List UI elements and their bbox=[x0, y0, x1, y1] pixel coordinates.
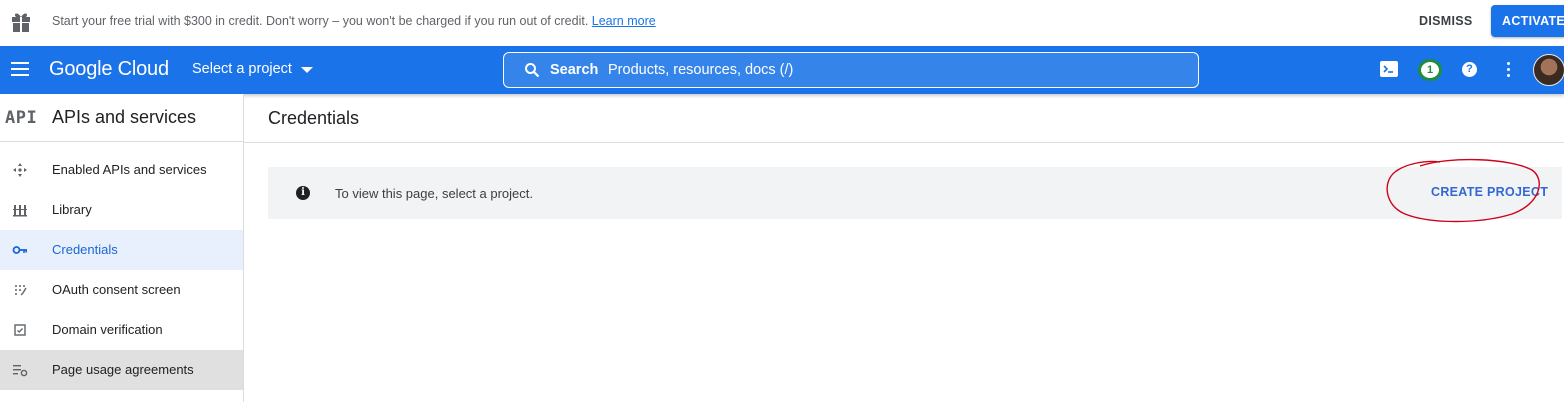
sidebar-header: API APIs and services bbox=[0, 94, 243, 142]
trial-message: Start your free trial with $300 in credi… bbox=[52, 14, 656, 28]
page-header: Credentials bbox=[244, 94, 1564, 143]
info-message: To view this page, select a project. bbox=[335, 186, 533, 201]
sidebar-item-label: Page usage agreements bbox=[52, 362, 194, 377]
caret-down-icon bbox=[300, 67, 313, 73]
activate-button[interactable]: ACTIVATE bbox=[1491, 5, 1564, 37]
avatar[interactable] bbox=[1533, 54, 1564, 86]
dismiss-button[interactable]: DISMISS bbox=[1419, 14, 1473, 28]
project-picker[interactable]: Select a project bbox=[192, 61, 313, 77]
create-project-button[interactable]: CREATE PROJECT bbox=[1431, 185, 1548, 199]
learn-more-link[interactable]: Learn more bbox=[592, 14, 656, 28]
cloud-shell-icon[interactable] bbox=[1380, 61, 1398, 77]
consent-icon bbox=[15, 285, 27, 296]
sidebar-title: APIs and services bbox=[52, 107, 197, 127]
sidebar-item-domain-verification[interactable]: Domain verification bbox=[0, 310, 243, 350]
library-icon bbox=[13, 205, 27, 217]
sidebar-item-label: Credentials bbox=[52, 242, 118, 257]
project-picker-label: Select a project bbox=[192, 61, 292, 77]
search-bar[interactable]: Search Products, resources, docs (/) bbox=[503, 52, 1199, 88]
sidebar-item-credentials[interactable]: Credentials bbox=[0, 230, 243, 270]
help-icon[interactable]: ? bbox=[1462, 62, 1477, 77]
api-logo: API bbox=[5, 108, 38, 128]
sidebar-item-library[interactable]: Library bbox=[0, 190, 243, 230]
notifications-badge[interactable]: 1 bbox=[1418, 59, 1442, 81]
page-title: Credentials bbox=[268, 108, 360, 128]
gift-icon bbox=[12, 13, 30, 32]
more-options-icon[interactable] bbox=[1506, 62, 1512, 78]
sidebar-item-page-usage-agreements[interactable]: Page usage agreements bbox=[0, 350, 243, 390]
sidebar-item-label: Enabled APIs and services bbox=[52, 162, 207, 177]
trial-banner: Start your free trial with $300 in credi… bbox=[0, 0, 1564, 46]
key-icon bbox=[12, 246, 27, 254]
sidebar: API APIs and services Enabled APIs and s… bbox=[0, 94, 244, 402]
main-content: Credentials i To view this page, select … bbox=[244, 94, 1564, 402]
hub-icon bbox=[13, 163, 27, 177]
sidebar-item-enabled-apis[interactable]: Enabled APIs and services bbox=[0, 150, 243, 190]
sidebar-item-label: OAuth consent screen bbox=[52, 282, 181, 297]
sidebar-item-label: Library bbox=[52, 202, 92, 217]
trial-message-text: Start your free trial with $300 in credi… bbox=[52, 14, 589, 28]
info-banner: i To view this page, select a project. C… bbox=[268, 167, 1562, 219]
search-icon bbox=[525, 63, 540, 78]
checkbox-icon bbox=[14, 324, 26, 336]
menu-icon[interactable] bbox=[11, 62, 29, 76]
info-icon: i bbox=[296, 186, 310, 200]
top-navigation-bar: Google Cloud Select a project Search Pro… bbox=[0, 46, 1564, 94]
sidebar-item-label: Domain verification bbox=[52, 322, 163, 337]
search-label: Search bbox=[550, 62, 599, 78]
search-placeholder: Products, resources, docs (/) bbox=[608, 62, 794, 78]
settings-list-icon bbox=[13, 365, 28, 377]
google-cloud-logo[interactable]: Google Cloud bbox=[49, 58, 169, 81]
sidebar-item-oauth-consent[interactable]: OAuth consent screen bbox=[0, 270, 243, 310]
